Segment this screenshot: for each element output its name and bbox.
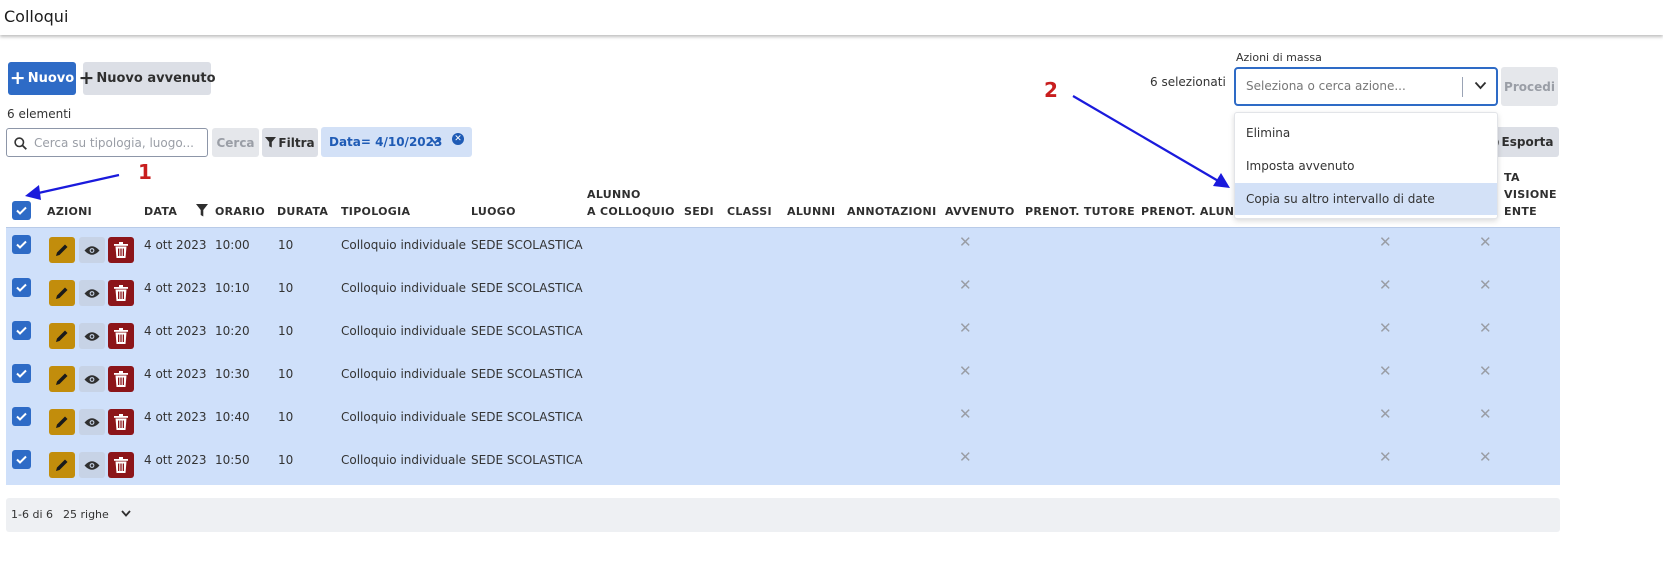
annotation-arrow-1 [33, 173, 120, 196]
annotation-marker-2: 2 [1044, 78, 1058, 102]
annotation-arrow-2 [1072, 95, 1221, 183]
annotation-arrows [25, 95, 1230, 200]
annotation-marker-1: 1 [138, 160, 152, 184]
annotation-arrowhead-1 [25, 185, 41, 200]
